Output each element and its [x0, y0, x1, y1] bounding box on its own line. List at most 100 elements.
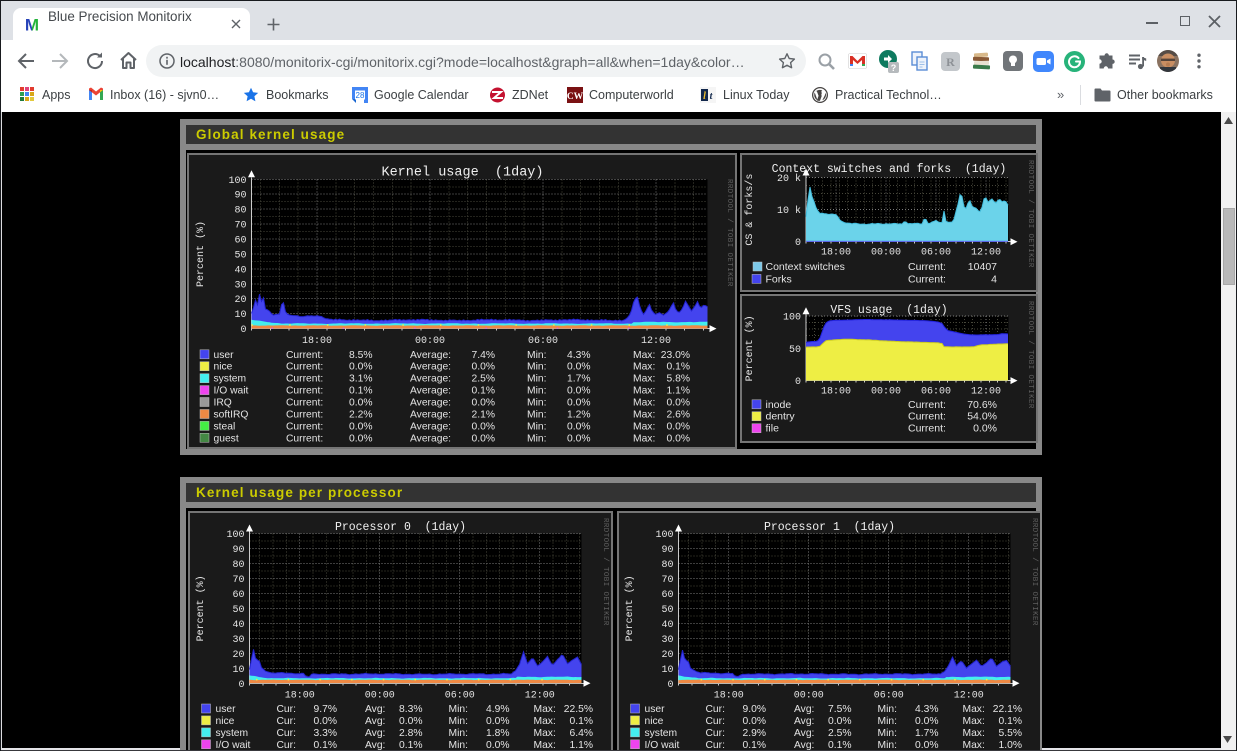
svg-text:Current:: Current:: [286, 433, 323, 444]
svg-text:Current:: Current:: [908, 399, 946, 411]
svg-text:4.3%: 4.3%: [567, 350, 590, 361]
svg-text:Min:: Min:: [449, 704, 468, 715]
svg-text:12:00: 12:00: [640, 336, 670, 347]
svg-text:system: system: [645, 728, 678, 739]
svg-text:80: 80: [232, 560, 244, 571]
svg-text:5.8%: 5.8%: [666, 374, 689, 385]
svg-text:50: 50: [232, 605, 244, 616]
svg-text:Max:: Max:: [534, 716, 556, 727]
svg-text:10: 10: [232, 665, 244, 676]
svg-text:Max:: Max:: [633, 410, 655, 421]
svg-text:Avg:: Avg:: [365, 716, 385, 727]
svg-text:I/O wait: I/O wait: [213, 386, 248, 397]
svg-text:Current:: Current:: [908, 411, 946, 423]
svg-text:0.0%: 0.0%: [666, 421, 689, 432]
svg-text:0.0%: 0.0%: [567, 398, 590, 409]
svg-text:Current:: Current:: [286, 350, 323, 361]
svg-text:Max:: Max:: [963, 704, 985, 715]
svg-text:0.0%: 0.0%: [915, 716, 938, 727]
svg-text:70: 70: [661, 575, 673, 586]
svg-text:0.1%: 0.1%: [471, 386, 494, 397]
svg-text:0.0%: 0.0%: [743, 716, 766, 727]
svg-text:Min:: Min:: [527, 421, 546, 432]
svg-text:0.0%: 0.0%: [567, 421, 590, 432]
svg-text:06:00: 06:00: [527, 336, 557, 347]
svg-text:1.7%: 1.7%: [567, 374, 590, 385]
svg-text:10 k: 10 k: [777, 205, 801, 217]
svg-text:54.0%: 54.0%: [967, 411, 997, 423]
svg-text:20: 20: [661, 650, 673, 661]
svg-text:0.0%: 0.0%: [471, 398, 494, 409]
svg-text:Avg:: Avg:: [794, 704, 814, 715]
svg-text:1.2%: 1.2%: [567, 410, 590, 421]
svg-text:Percent (%): Percent (%): [744, 315, 756, 381]
svg-text:Avg:: Avg:: [365, 704, 385, 715]
svg-text:Min:: Min:: [449, 728, 468, 739]
svg-text:0.0%: 0.0%: [471, 433, 494, 444]
svg-text:0.0%: 0.0%: [567, 433, 590, 444]
svg-text:Cur:: Cur:: [277, 704, 296, 715]
svg-text:Forks: Forks: [766, 273, 792, 285]
svg-text:0: 0: [795, 377, 801, 388]
svg-text:Min:: Min:: [878, 704, 897, 715]
svg-text:Max:: Max:: [633, 421, 655, 432]
svg-text:18:00: 18:00: [301, 336, 331, 347]
svg-text:30: 30: [661, 635, 673, 646]
svg-text:Max:: Max:: [633, 374, 655, 385]
svg-text:0.0%: 0.0%: [399, 716, 422, 727]
svg-text:Current:: Current:: [908, 261, 946, 273]
svg-text:file: file: [766, 423, 780, 435]
svg-text:2.6%: 2.6%: [666, 410, 689, 421]
svg-text:40: 40: [232, 620, 244, 631]
svg-text:28: 28: [356, 91, 365, 100]
svg-text:VFS usage (1day): VFS usage (1day): [830, 304, 947, 317]
svg-text:10: 10: [661, 665, 673, 676]
svg-text:4: 4: [991, 273, 997, 285]
svg-text:Current:: Current:: [286, 362, 323, 373]
svg-text:softIRQ: softIRQ: [213, 410, 248, 421]
svg-text:2.8%: 2.8%: [399, 728, 422, 739]
svg-text:2.2%: 2.2%: [349, 410, 372, 421]
svg-text:30: 30: [232, 635, 244, 646]
svg-text:22.5%: 22.5%: [564, 704, 593, 715]
svg-text:RRDTOOL / TOBI OETIKER: RRDTOOL / TOBI OETIKER: [1026, 301, 1034, 409]
svg-text:3.3%: 3.3%: [314, 728, 337, 739]
svg-text:5.5%: 5.5%: [999, 728, 1022, 739]
svg-text:06:00: 06:00: [921, 248, 951, 259]
svg-text:Avg:: Avg:: [794, 728, 814, 739]
svg-text:Max:: Max:: [633, 386, 655, 397]
svg-text:Max:: Max:: [534, 728, 556, 739]
svg-text:Context switches: Context switches: [766, 261, 845, 273]
svg-text:12:00: 12:00: [971, 387, 1001, 398]
svg-text:0.0%: 0.0%: [567, 386, 590, 397]
svg-text:50: 50: [234, 251, 246, 262]
svg-text:70.6%: 70.6%: [967, 399, 997, 411]
svg-text:0.0%: 0.0%: [349, 421, 372, 432]
svg-text:06:00: 06:00: [874, 691, 904, 702]
svg-text:8.3%: 8.3%: [399, 704, 422, 715]
svg-text:00:00: 00:00: [365, 691, 395, 702]
svg-text:00:00: 00:00: [871, 248, 901, 259]
svg-text:Max:: Max:: [963, 728, 985, 739]
svg-text:18:00: 18:00: [821, 248, 851, 259]
svg-text:70: 70: [234, 221, 246, 232]
svg-text:Max:: Max:: [633, 398, 655, 409]
svg-text:9.7%: 9.7%: [314, 704, 337, 715]
svg-text:20 k: 20 k: [777, 173, 801, 185]
svg-text:user: user: [213, 350, 234, 361]
svg-text:0.1%: 0.1%: [666, 362, 689, 373]
svg-text:Min:: Min:: [527, 350, 546, 361]
svg-text:60: 60: [232, 590, 244, 601]
svg-text:1.1%: 1.1%: [666, 386, 689, 397]
svg-text:40: 40: [661, 620, 673, 631]
svg-text:23.0%: 23.0%: [660, 350, 689, 361]
svg-text:RRDTOOL / TOBI OETIKER: RRDTOOL / TOBI OETIKER: [601, 518, 609, 626]
svg-text:RRDTOOL / TOBI OETIKER: RRDTOOL / TOBI OETIKER: [1030, 518, 1038, 626]
svg-text:RRDTOOL / TOBI OETIKER: RRDTOOL / TOBI OETIKER: [725, 179, 733, 287]
svg-text:Max:: Max:: [963, 716, 985, 727]
svg-text:12:00: 12:00: [971, 248, 1001, 259]
svg-text:nice: nice: [216, 716, 235, 727]
svg-text:?: ?: [891, 63, 897, 73]
svg-text:100: 100: [655, 530, 673, 541]
svg-text:18:00: 18:00: [821, 387, 851, 398]
